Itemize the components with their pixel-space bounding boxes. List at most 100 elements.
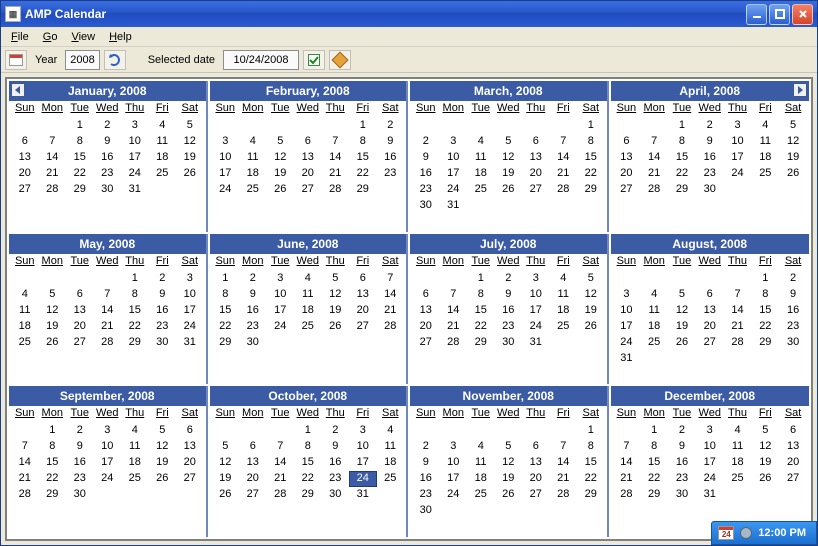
day-cell[interactable]: 16 [779, 303, 807, 319]
day-cell[interactable]: 27 [522, 182, 550, 198]
day-cell[interactable]: 4 [467, 134, 495, 150]
day-cell[interactable]: 3 [121, 118, 149, 134]
day-cell[interactable]: 5 [668, 287, 696, 303]
day-cell[interactable]: 10 [440, 150, 468, 166]
day-cell[interactable]: 20 [779, 455, 807, 471]
day-cell[interactable]: 16 [696, 150, 724, 166]
day-cell[interactable]: 3 [176, 271, 204, 287]
day-cell[interactable]: 28 [11, 487, 39, 503]
maximize-button[interactable] [769, 4, 790, 25]
day-cell[interactable]: 2 [495, 271, 523, 287]
day-cell[interactable]: 14 [11, 455, 39, 471]
day-cell[interactable]: 22 [349, 166, 377, 182]
day-cell[interactable]: 9 [66, 439, 94, 455]
day-cell[interactable]: 25 [377, 471, 405, 487]
day-cell[interactable]: 24 [349, 471, 377, 487]
day-cell[interactable]: 20 [522, 471, 550, 487]
day-cell[interactable]: 26 [39, 335, 67, 351]
day-cell[interactable]: 12 [212, 455, 240, 471]
day-cell[interactable]: 3 [94, 423, 122, 439]
day-cell[interactable]: 17 [267, 303, 295, 319]
day-cell[interactable]: 11 [751, 134, 779, 150]
day-cell[interactable]: 10 [696, 439, 724, 455]
day-cell[interactable]: 16 [412, 471, 440, 487]
day-cell[interactable]: 30 [149, 335, 177, 351]
day-cell[interactable]: 13 [176, 439, 204, 455]
day-cell[interactable]: 30 [668, 487, 696, 503]
day-cell[interactable]: 5 [149, 423, 177, 439]
day-cell[interactable]: 25 [550, 319, 578, 335]
day-cell[interactable]: 18 [239, 166, 267, 182]
day-cell[interactable]: 2 [696, 118, 724, 134]
day-cell[interactable]: 30 [779, 335, 807, 351]
day-cell[interactable]: 16 [495, 303, 523, 319]
day-cell[interactable]: 8 [640, 439, 668, 455]
day-cell[interactable]: 15 [577, 455, 605, 471]
day-cell[interactable]: 20 [239, 471, 267, 487]
day-cell[interactable]: 14 [550, 455, 578, 471]
day-cell[interactable]: 28 [377, 319, 405, 335]
day-cell[interactable]: 23 [412, 487, 440, 503]
day-cell[interactable]: 22 [66, 166, 94, 182]
day-cell[interactable]: 7 [440, 287, 468, 303]
day-cell[interactable]: 18 [751, 150, 779, 166]
day-cell[interactable]: 17 [212, 166, 240, 182]
day-cell[interactable]: 16 [668, 455, 696, 471]
day-cell[interactable]: 14 [550, 150, 578, 166]
day-cell[interactable]: 23 [779, 319, 807, 335]
day-cell[interactable]: 9 [377, 134, 405, 150]
day-cell[interactable]: 23 [377, 166, 405, 182]
day-cell[interactable]: 31 [121, 182, 149, 198]
day-cell[interactable]: 27 [176, 471, 204, 487]
day-cell[interactable]: 23 [668, 471, 696, 487]
day-cell[interactable]: 18 [149, 150, 177, 166]
day-cell[interactable]: 29 [668, 182, 696, 198]
day-cell[interactable]: 30 [412, 198, 440, 214]
menu-go[interactable]: Go [37, 29, 64, 45]
day-cell[interactable]: 28 [550, 182, 578, 198]
day-cell[interactable]: 18 [550, 303, 578, 319]
day-cell[interactable]: 3 [613, 287, 641, 303]
day-cell[interactable]: 10 [440, 455, 468, 471]
day-cell[interactable]: 29 [577, 487, 605, 503]
day-cell[interactable]: 29 [121, 335, 149, 351]
day-cell[interactable]: 28 [267, 487, 295, 503]
day-cell[interactable]: 24 [267, 319, 295, 335]
menu-file[interactable]: File [5, 29, 35, 45]
diamond-icon[interactable] [329, 50, 351, 70]
day-cell[interactable]: 21 [94, 319, 122, 335]
day-cell[interactable]: 5 [212, 439, 240, 455]
day-cell[interactable]: 3 [267, 271, 295, 287]
day-cell[interactable]: 8 [212, 287, 240, 303]
day-cell[interactable]: 13 [349, 287, 377, 303]
day-cell[interactable]: 4 [121, 423, 149, 439]
day-cell[interactable]: 25 [11, 335, 39, 351]
day-cell[interactable]: 19 [495, 166, 523, 182]
day-cell[interactable]: 25 [724, 471, 752, 487]
day-cell[interactable]: 24 [440, 182, 468, 198]
day-cell[interactable]: 9 [239, 287, 267, 303]
day-cell[interactable]: 1 [121, 271, 149, 287]
day-cell[interactable]: 4 [239, 134, 267, 150]
day-cell[interactable]: 7 [11, 439, 39, 455]
day-cell[interactable]: 30 [322, 487, 350, 503]
day-cell[interactable]: 1 [39, 423, 67, 439]
day-cell[interactable]: 1 [577, 118, 605, 134]
day-cell[interactable]: 19 [779, 150, 807, 166]
day-cell[interactable]: 8 [349, 134, 377, 150]
day-cell[interactable]: 30 [412, 503, 440, 519]
day-cell[interactable]: 22 [577, 166, 605, 182]
day-cell[interactable]: 18 [467, 471, 495, 487]
day-cell[interactable]: 15 [640, 455, 668, 471]
day-cell[interactable]: 10 [724, 134, 752, 150]
day-cell[interactable]: 18 [467, 166, 495, 182]
day-cell[interactable]: 19 [668, 319, 696, 335]
day-cell[interactable]: 7 [39, 134, 67, 150]
day-cell[interactable]: 21 [440, 319, 468, 335]
day-cell[interactable]: 7 [550, 134, 578, 150]
day-cell[interactable]: 17 [440, 471, 468, 487]
day-cell[interactable]: 5 [779, 118, 807, 134]
day-cell[interactable]: 8 [39, 439, 67, 455]
day-cell[interactable]: 20 [349, 303, 377, 319]
day-cell[interactable]: 9 [149, 287, 177, 303]
